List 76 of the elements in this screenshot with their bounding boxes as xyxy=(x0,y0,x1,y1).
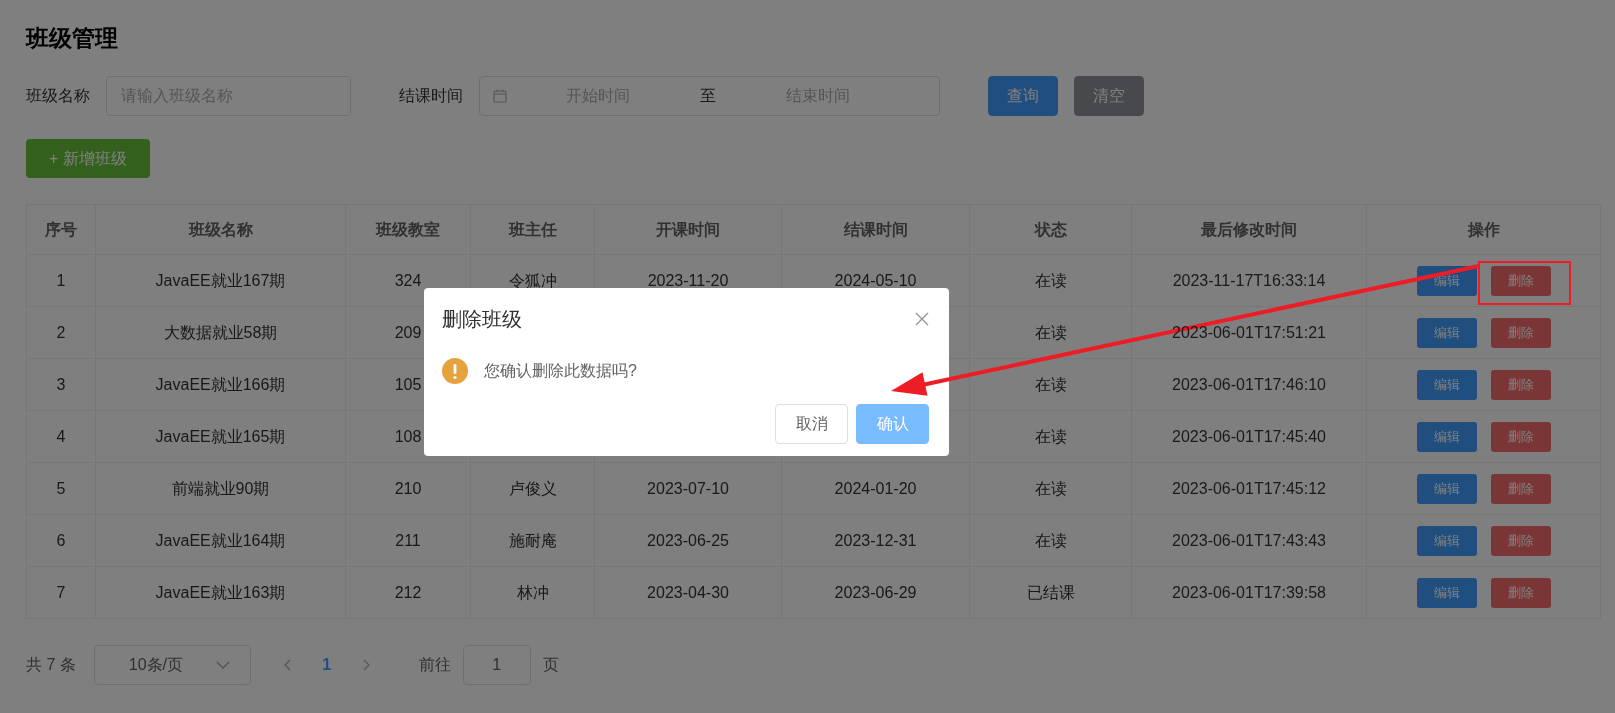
table-cell: 施耐庵 xyxy=(470,514,595,567)
delete-button[interactable]: 删除 xyxy=(1490,473,1551,504)
total-count: 共 7 条 xyxy=(26,655,76,675)
edit-button[interactable]: 编辑 xyxy=(1416,369,1477,400)
page-title: 班级管理 xyxy=(26,24,119,53)
goto-label: 前往 xyxy=(418,655,451,675)
table-cell: 212 xyxy=(345,566,471,619)
delete-button[interactable]: 删除 xyxy=(1490,421,1551,452)
edit-button[interactable]: 编辑 xyxy=(1416,525,1477,556)
dialog-message: 您确认删除此数据吗? xyxy=(484,361,637,381)
table-cell: 2 xyxy=(26,306,96,359)
column-header: 操作 xyxy=(1366,204,1601,255)
column-header: 最后修改时间 xyxy=(1131,204,1367,255)
table-cell: 在读 xyxy=(969,514,1132,567)
table-cell: 211 xyxy=(345,514,471,567)
table-cell: 2023-06-25 xyxy=(594,514,782,567)
table-cell: 已结课 xyxy=(969,566,1132,619)
table-cell: 7 xyxy=(26,566,96,619)
table-cell: 2023-06-01T17:43:43 xyxy=(1172,531,1326,549)
column-header: 状态 xyxy=(969,204,1132,255)
column-header: 班级教室 xyxy=(345,204,471,255)
field-label: 结课时间 xyxy=(399,86,463,106)
field-label: 班级名称 xyxy=(26,86,90,106)
table-cell: 2023-12-31 xyxy=(781,514,970,567)
page-size-select[interactable]: 10条/页 xyxy=(93,645,251,685)
table-cell: 2023-11-17T16:33:14 xyxy=(1172,271,1326,289)
table-cell: JavaEE就业163期 xyxy=(95,566,346,619)
column-header: 开课时间 xyxy=(594,204,782,255)
page-suffix: 页 xyxy=(542,655,559,675)
edit-button[interactable]: 编辑 xyxy=(1416,421,1477,452)
table-cell: 3 xyxy=(26,358,96,411)
table-cell: JavaEE就业165期 xyxy=(95,410,346,463)
table-cell: 6 xyxy=(26,514,96,567)
delete-button[interactable]: 删除 xyxy=(1490,265,1551,296)
table-cell: 2023-06-01T17:45:40 xyxy=(1172,427,1326,445)
table-cell: 2023-06-01T17:45:12 xyxy=(1172,479,1326,497)
table-cell: 2023-06-01T17:39:58 xyxy=(1172,583,1326,601)
table-cell: 2023-07-10 xyxy=(594,462,782,515)
search-button[interactable]: 查询 xyxy=(988,76,1058,116)
table-cell: 2023-06-01T17:51:21 xyxy=(1172,323,1326,341)
table-cell: JavaEE就业166期 xyxy=(95,358,346,411)
table-cell: 2023-06-29 xyxy=(781,566,970,619)
table-cell: 在读 xyxy=(969,462,1132,515)
table-cell: 在读 xyxy=(969,306,1132,359)
delete-button[interactable]: 删除 xyxy=(1490,369,1551,400)
page-number-field[interactable]: 1 xyxy=(462,645,531,685)
edit-button[interactable]: 编辑 xyxy=(1416,577,1477,608)
edit-button[interactable]: 编辑 xyxy=(1416,473,1477,504)
cancel-button[interactable]: 取消 xyxy=(775,404,848,444)
delete-button[interactable]: 删除 xyxy=(1490,525,1551,556)
table-cell: JavaEE就业167期 xyxy=(95,254,346,307)
table-cell: 卢俊义 xyxy=(470,462,595,515)
table-cell: JavaEE就业164期 xyxy=(95,514,346,567)
column-header: 班级名称 xyxy=(95,204,346,255)
table-cell: 在读 xyxy=(969,358,1132,411)
table-cell: 4 xyxy=(26,410,96,463)
table-cell: 1 xyxy=(26,254,96,307)
table-cell: 2024-01-20 xyxy=(781,462,970,515)
table-cell: 2023-04-30 xyxy=(594,566,782,619)
confirm-button[interactable]: 确认 xyxy=(856,404,929,444)
table-cell: 在读 xyxy=(969,254,1132,307)
table-cell: 在读 xyxy=(969,410,1132,463)
table-cell: 5 xyxy=(26,462,96,515)
delete-button[interactable]: 删除 xyxy=(1490,577,1551,608)
page-number[interactable]: 1 xyxy=(308,652,345,678)
add-class-button[interactable]: + 新增班级 xyxy=(26,139,150,178)
delete-button[interactable]: 删除 xyxy=(1490,317,1551,348)
edit-button[interactable]: 编辑 xyxy=(1416,317,1477,348)
table-cell: 2023-06-01T17:46:10 xyxy=(1172,375,1326,393)
table-cell: 大数据就业58期 xyxy=(95,306,346,359)
column-header: 序号 xyxy=(26,204,96,255)
column-header: 结课时间 xyxy=(781,204,970,255)
column-header: 班主任 xyxy=(470,204,595,255)
table-cell: 210 xyxy=(345,462,471,515)
table-cell: 林冲 xyxy=(470,566,595,619)
table-cell: 前端就业90期 xyxy=(95,462,346,515)
